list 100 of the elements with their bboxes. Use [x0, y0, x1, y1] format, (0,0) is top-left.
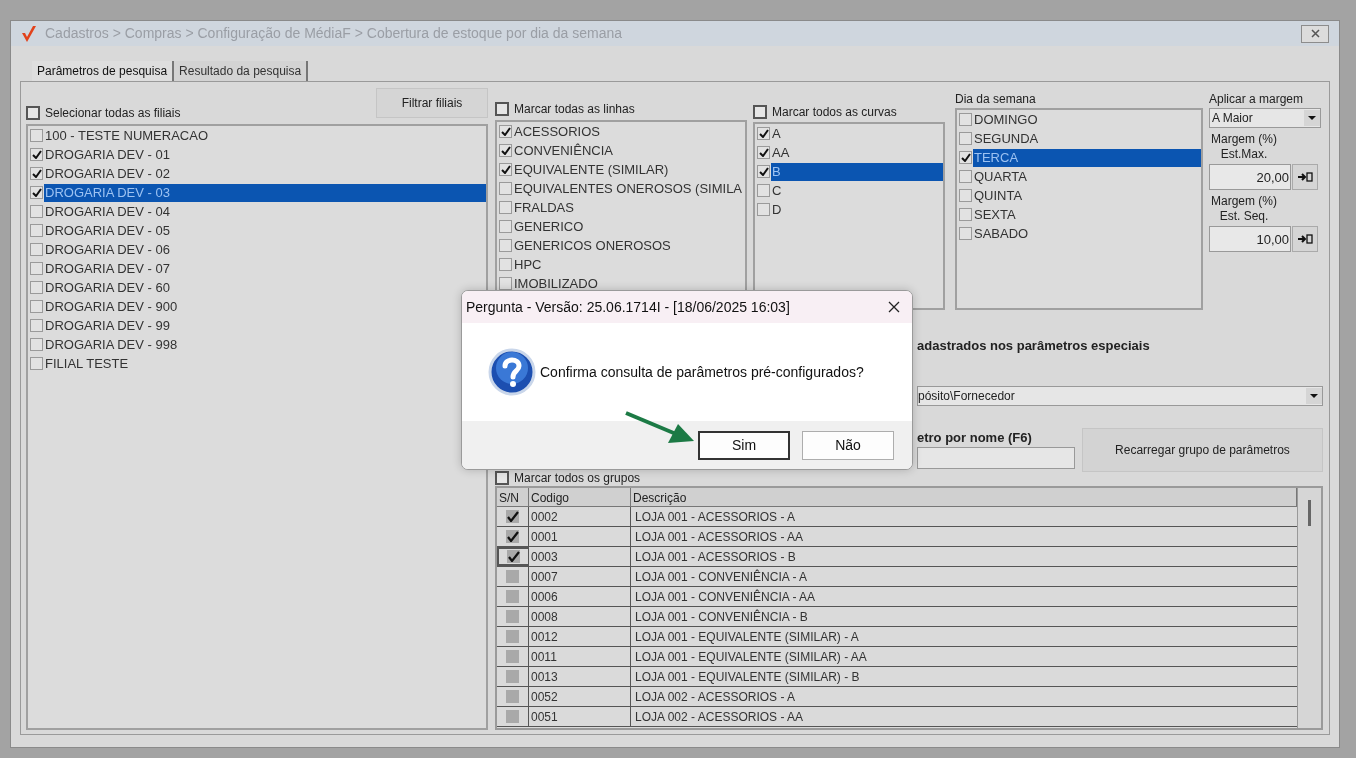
list-item[interactable]: DROGARIA DEV - 02: [44, 164, 486, 183]
checkbox[interactable]: [959, 151, 972, 164]
checkbox[interactable]: [30, 186, 43, 199]
reload-button[interactable]: Recarregar grupo de parâmetros: [1082, 427, 1323, 472]
checkbox[interactable]: [499, 144, 512, 157]
row-checkbox[interactable]: [506, 710, 519, 723]
row-checkbox[interactable]: [506, 510, 519, 523]
checkbox[interactable]: [26, 106, 40, 120]
list-item[interactable]: SEXTA: [973, 205, 1201, 224]
list-item[interactable]: IMOBILIZADO: [513, 274, 745, 293]
checkbox[interactable]: [30, 300, 43, 313]
list-item[interactable]: EQUIVALENTE (SIMILAR): [513, 160, 745, 179]
list-item[interactable]: HPC: [513, 255, 745, 274]
checkbox[interactable]: [499, 163, 512, 176]
checkbox[interactable]: [30, 262, 43, 275]
checkbox[interactable]: [499, 277, 512, 290]
list-item[interactable]: DROGARIA DEV - 03: [44, 183, 486, 202]
checkbox[interactable]: [757, 184, 770, 197]
checkbox[interactable]: [959, 113, 972, 126]
row-checkbox[interactable]: [506, 530, 519, 543]
margin-field[interactable]: 10,00: [1209, 226, 1291, 252]
checkbox[interactable]: [757, 203, 770, 216]
dialog-button[interactable]: Não: [802, 430, 894, 460]
checkbox[interactable]: [495, 471, 509, 485]
table-cell[interactable]: [497, 547, 529, 566]
row-checkbox[interactable]: [506, 590, 519, 603]
checkbox-label: Selecionar todas as filiais: [45, 105, 181, 122]
list-item[interactable]: QUINTA: [973, 186, 1201, 205]
list-item[interactable]: DROGARIA DEV - 60: [44, 278, 486, 297]
list-item[interactable]: B: [771, 162, 943, 181]
list-item[interactable]: D: [771, 200, 943, 219]
list-item[interactable]: DROGARIA DEV - 07: [44, 259, 486, 278]
dialog-button[interactable]: Sim: [698, 430, 790, 460]
checkbox[interactable]: [30, 205, 43, 218]
margin-select[interactable]: A Maior: [1209, 108, 1321, 128]
row-checkbox[interactable]: [507, 550, 520, 563]
checkbox[interactable]: [499, 239, 512, 252]
checkbox[interactable]: [30, 224, 43, 237]
list-item[interactable]: GENERICO: [513, 217, 745, 236]
checkbox[interactable]: [757, 146, 770, 159]
filter-branches-button[interactable]: Filtrar filiais: [376, 88, 488, 118]
checkbox[interactable]: [30, 281, 43, 294]
search-field[interactable]: [917, 447, 1075, 469]
list-item[interactable]: DOMINGO: [973, 110, 1201, 129]
list-item[interactable]: AA: [771, 143, 943, 162]
checkbox[interactable]: [30, 243, 43, 256]
scrollbar[interactable]: [1297, 488, 1321, 728]
checkbox[interactable]: [499, 201, 512, 214]
row-checkbox[interactable]: [506, 570, 519, 583]
checkbox[interactable]: [30, 167, 43, 180]
list-item[interactable]: C: [771, 181, 943, 200]
checkbox[interactable]: [30, 148, 43, 161]
tab[interactable]: Resultado da pesquisa: [174, 61, 309, 81]
checkbox[interactable]: [499, 182, 512, 195]
list-item[interactable]: FRALDAS: [513, 198, 745, 217]
list-item[interactable]: DROGARIA DEV - 06: [44, 240, 486, 259]
list-item[interactable]: DROGARIA DEV - 05: [44, 221, 486, 240]
list-item[interactable]: DROGARIA DEV - 01: [44, 145, 486, 164]
checkbox[interactable]: [959, 132, 972, 145]
list-item[interactable]: SEGUNDA: [973, 129, 1201, 148]
checkbox[interactable]: [30, 129, 43, 142]
checkbox[interactable]: [959, 227, 972, 240]
checkbox[interactable]: [30, 357, 43, 370]
checkbox[interactable]: [959, 189, 972, 202]
checkbox[interactable]: [30, 319, 43, 332]
list-item[interactable]: TERCA: [973, 148, 1201, 167]
checkbox[interactable]: [495, 102, 509, 116]
table-cell-text: LOJA 002 - ACESSORIOS - AA: [634, 709, 805, 726]
row-checkbox[interactable]: [506, 610, 519, 623]
list-item[interactable]: SABADO: [973, 224, 1201, 243]
checkbox[interactable]: [30, 338, 43, 351]
checkbox[interactable]: [753, 105, 767, 119]
list-item[interactable]: GENERICOS ONEROSOS: [513, 236, 745, 255]
list-item[interactable]: QUARTA: [973, 167, 1201, 186]
apply-button[interactable]: [1292, 226, 1318, 252]
margin-field[interactable]: 20,00: [1209, 164, 1291, 190]
checkbox[interactable]: [499, 220, 512, 233]
list-item[interactable]: CONVENIÊNCIA: [513, 141, 745, 160]
checkbox[interactable]: [959, 208, 972, 221]
list-item[interactable]: EQUIVALENTES ONEROSOS (SIMILA: [513, 179, 745, 198]
table-cell: 0052: [529, 687, 631, 706]
checkbox[interactable]: [499, 125, 512, 138]
checkbox[interactable]: [757, 127, 770, 140]
supplier-select[interactable]: pósito\Fornecedor: [917, 385, 1323, 406]
list-item[interactable]: A: [771, 124, 943, 143]
row-checkbox[interactable]: [506, 650, 519, 663]
row-checkbox[interactable]: [506, 670, 519, 683]
checkbox[interactable]: [757, 165, 770, 178]
close-icon[interactable]: [888, 301, 900, 313]
row-checkbox[interactable]: [506, 630, 519, 643]
list-item[interactable]: DROGARIA DEV - 04: [44, 202, 486, 221]
close-button[interactable]: [1301, 24, 1329, 43]
checkbox[interactable]: [499, 258, 512, 271]
apply-button[interactable]: [1292, 164, 1318, 190]
tab[interactable]: Parâmetros de pesquisa: [32, 61, 175, 81]
checkbox[interactable]: [959, 170, 972, 183]
row-checkbox[interactable]: [506, 690, 519, 703]
list-item[interactable]: 100 - TESTE NUMERACAO: [44, 126, 486, 145]
list-item[interactable]: ACESSORIOS: [513, 122, 745, 141]
scrollbar-thumb[interactable]: [1308, 500, 1311, 526]
